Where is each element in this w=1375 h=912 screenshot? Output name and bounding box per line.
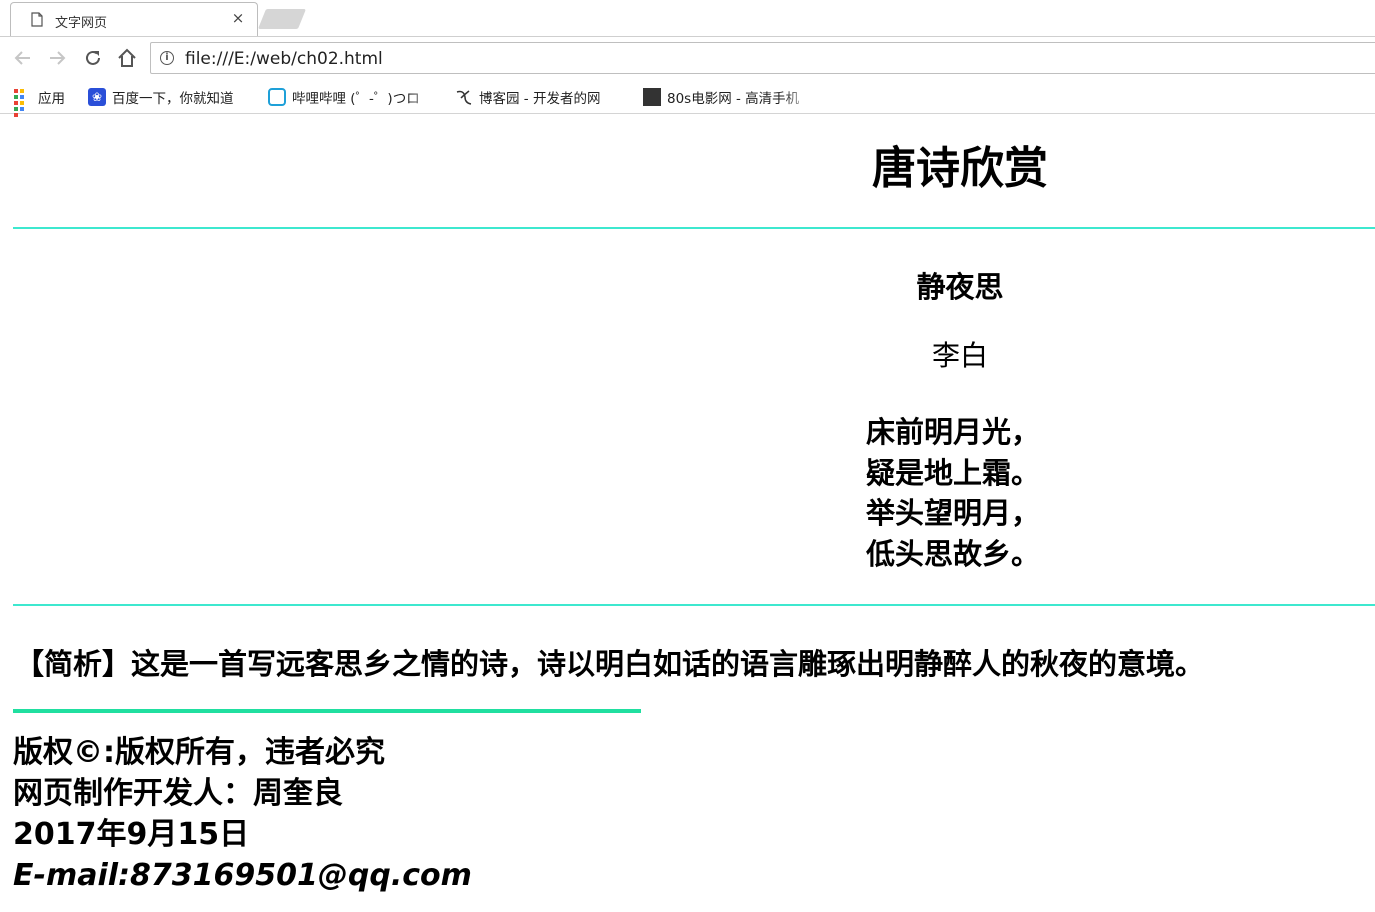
bookmark-apps[interactable]: 应用 — [14, 87, 65, 117]
close-tab-icon[interactable]: × — [229, 9, 247, 27]
baidu-paw-icon: ❀ — [88, 88, 106, 106]
fade-overlay — [597, 87, 627, 107]
apps-grid-icon — [14, 89, 30, 117]
home-icon[interactable] — [116, 47, 138, 69]
page-title: 唐诗欣赏 — [872, 143, 1048, 194]
divider-top — [13, 227, 1375, 229]
bookmark-bilibili[interactable]: 哔哩哔哩 (゜-゜)つロ — [268, 87, 438, 107]
poem-body: 床前明月光， 疑是地上霜。 举头望明月， 低头思故乡。 — [866, 412, 1040, 574]
fade-overlay — [408, 87, 438, 107]
developer-text: 网页制作开发人：周奎良 — [13, 776, 343, 811]
footer: 版权©:版权所有，违者必究 网页制作开发人：周奎良 2017年9月15日 E-m… — [13, 732, 472, 896]
forward-arrow-icon[interactable] — [46, 47, 68, 69]
poem-analysis: 【简析】这是一首写远客思乡之情的诗，诗以明白如话的语言雕琢出明静醉人的秋夜的意境… — [15, 647, 1205, 681]
poem-line: 低头思故乡。 — [866, 536, 1041, 571]
bookmark-cnblogs[interactable]: 博客园 - 开发者的网 — [455, 87, 627, 107]
bookmark-label: 80s电影网 - 高清手机 — [667, 91, 800, 107]
email-text: E-mail:873169501@qq.com — [13, 858, 472, 893]
bookmark-baidu[interactable]: ❀ 百度一下，你就知道 — [88, 87, 234, 107]
bookmark-label: 博客园 - 开发者的网 — [479, 91, 601, 107]
address-bar[interactable]: i file:///E:/web/ch02.html — [150, 42, 1375, 74]
info-icon[interactable]: i — [160, 51, 174, 65]
bookmark-label: 应用 — [38, 91, 65, 107]
bookmark-80s[interactable]: 80s电影网 - 高清手机 — [643, 87, 813, 107]
reload-icon[interactable] — [82, 47, 104, 69]
page-content: 唐诗欣赏 静夜思 李白 床前明月光， 疑是地上霜。 举头望明月， 低头思故乡。 … — [0, 114, 1375, 912]
bookmarks-bar: 应用 ❀ 百度一下，你就知道 哔哩哔哩 (゜-゜)つロ 博客园 - 开发者的网 8… — [0, 79, 1375, 117]
divider-middle — [13, 604, 1375, 606]
bookmark-label: 哔哩哔哩 (゜-゜)つロ — [292, 91, 420, 107]
poem-author: 李白 — [931, 339, 988, 372]
cnblogs-icon — [456, 90, 472, 105]
back-arrow-icon[interactable] — [12, 47, 34, 69]
url-text[interactable]: file:///E:/web/ch02.html — [185, 49, 383, 69]
poem-line: 疑是地上霜。 — [866, 455, 1041, 490]
clapperboard-icon — [643, 88, 661, 106]
date-text: 2017年9月15日 — [13, 817, 250, 852]
new-tab-button[interactable] — [257, 9, 307, 29]
page-icon — [31, 12, 43, 27]
browser-toolbar: i file:///E:/web/ch02.html — [0, 37, 1375, 79]
poem-line: 床前明月光， — [866, 415, 1041, 449]
copyright-text: 版权©:版权所有，违者必究 — [13, 735, 385, 770]
tab-strip: 文字网页 × — [0, 0, 1375, 37]
divider-footer — [13, 709, 641, 713]
poem-title: 静夜思 — [916, 270, 1004, 304]
bilibili-tv-icon — [268, 88, 286, 106]
bookmark-label: 百度一下，你就知道 — [112, 91, 234, 107]
poem-line: 举头望明月， — [866, 496, 1041, 530]
tab-title: 文字网页 — [55, 16, 108, 31]
fade-overlay — [783, 87, 813, 107]
tab-active[interactable]: 文字网页 × — [10, 2, 258, 36]
